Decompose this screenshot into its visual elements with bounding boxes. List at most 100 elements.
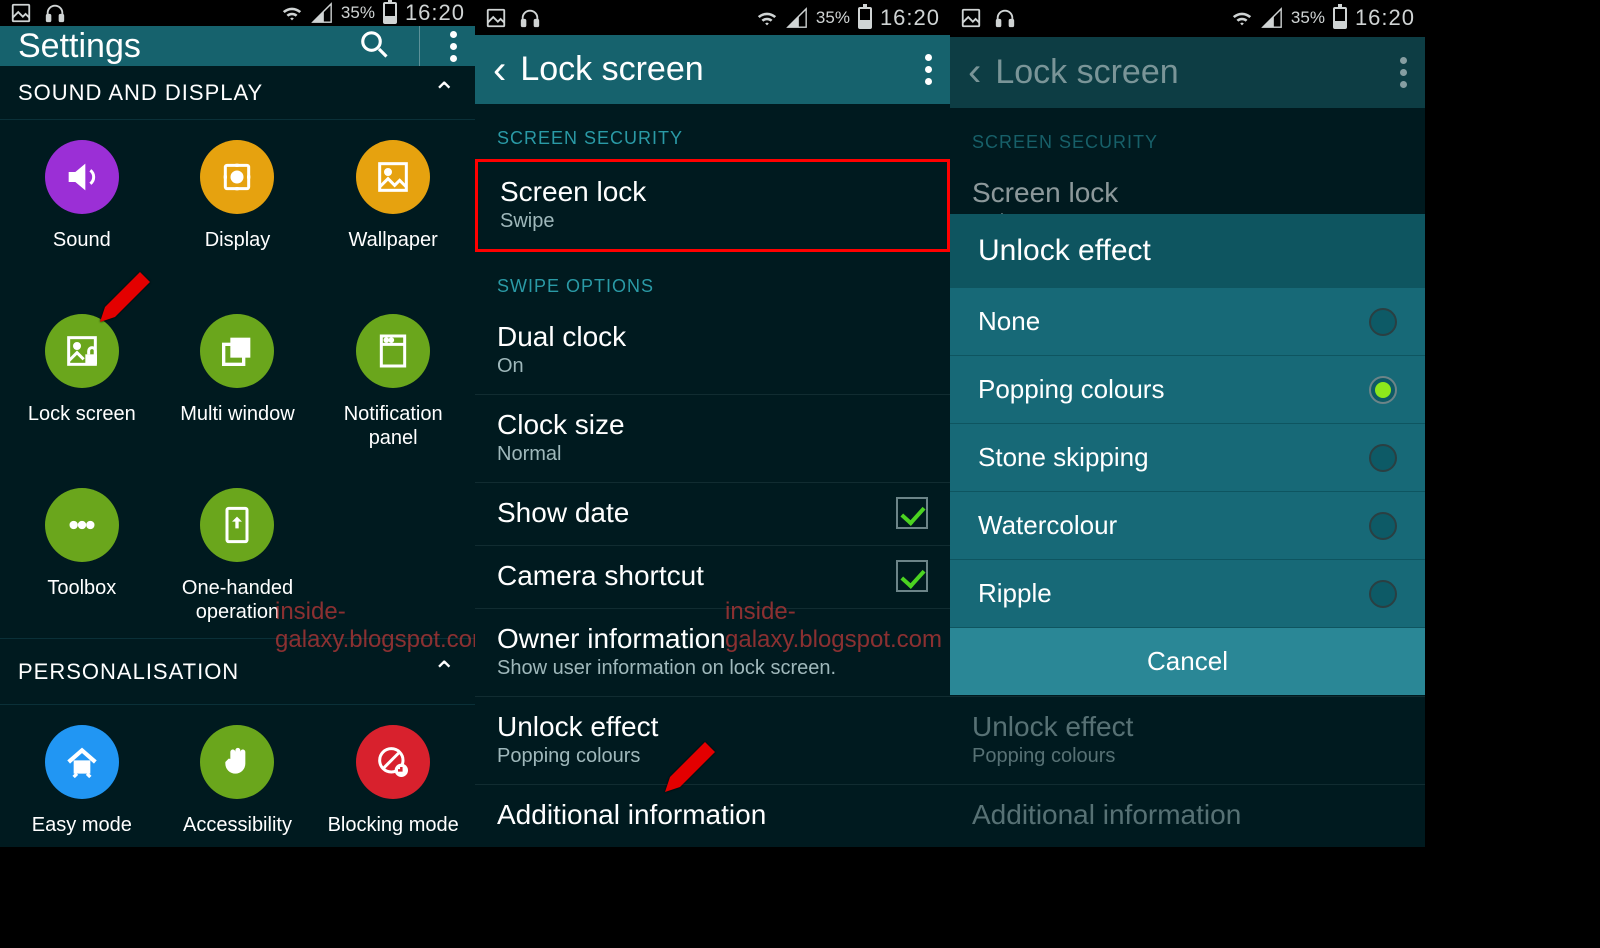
back-icon[interactable]: ‹ — [493, 50, 506, 90]
picture-icon — [356, 140, 430, 214]
grid-item-wallpaper[interactable]: Wallpaper — [315, 130, 471, 280]
option-label: None — [978, 306, 1040, 337]
image-icon — [485, 7, 507, 29]
cancel-button[interactable]: Cancel — [950, 628, 1425, 695]
annotation-arrow — [100, 272, 150, 327]
grid-item-label: Lock screen — [28, 402, 136, 426]
headphones-icon — [519, 7, 541, 29]
action-bar: Settings — [0, 26, 475, 66]
battery-icon — [1333, 7, 1347, 29]
grid-item-blocking-mode[interactable]: Blocking mode — [315, 715, 471, 847]
item-title: Clock size — [497, 409, 928, 441]
section-sound-display[interactable]: SOUND AND DISPLAY ⌃ — [0, 66, 475, 120]
radio[interactable] — [1369, 580, 1397, 608]
grid-item-one-handed-operation[interactable]: One-handed operation — [160, 478, 316, 628]
home-icon — [45, 725, 119, 799]
item-subtitle: Popping colours — [972, 745, 1403, 768]
phone-pane-lockscreen: 35% 16:20 ‹ Lock screen SCREEN SECURITY … — [475, 0, 950, 847]
onehand-icon — [200, 488, 274, 562]
grid-item-label: Wallpaper — [349, 228, 438, 252]
battery-percentage: 35% — [1291, 8, 1325, 28]
dialog-option-watercolour[interactable]: Watercolour — [950, 492, 1425, 560]
chevron-up-icon: ⌃ — [433, 76, 457, 109]
item-title: Owner information — [497, 623, 928, 655]
grid-item-easy-mode[interactable]: Easy mode — [4, 715, 160, 847]
overflow-menu-icon[interactable] — [925, 54, 932, 85]
back-icon: ‹ — [968, 52, 981, 92]
grid-item-notification-panel[interactable]: Notification panel — [315, 304, 471, 454]
dialog-unlock-effect: Unlock effect None Popping colours Stone… — [950, 214, 1425, 695]
checkbox[interactable] — [896, 497, 928, 529]
search-icon[interactable] — [359, 29, 389, 64]
item-show-date[interactable]: Show date — [475, 483, 950, 546]
option-label: Watercolour — [978, 510, 1117, 541]
dialog-option-stone-skipping[interactable]: Stone skipping — [950, 424, 1425, 492]
grid-item-accessibility[interactable]: Accessibility — [160, 715, 316, 847]
grid-item-sound[interactable]: Sound — [4, 130, 160, 280]
radio[interactable] — [1369, 308, 1397, 336]
panel-icon — [356, 314, 430, 388]
hand-icon — [200, 725, 274, 799]
phone-pane-settings: 35% 16:20 Settings SOUND AND DISPLAY ⌃ S… — [0, 0, 475, 847]
signal-icon — [1261, 7, 1283, 29]
page-title: Lock screen — [520, 50, 703, 89]
item-title: Screen lock — [500, 176, 925, 208]
item-title: Show date — [497, 497, 896, 529]
dialog-option-popping-colours[interactable]: Popping colours — [950, 356, 1425, 424]
grid-item-label: Display — [205, 228, 271, 252]
item-screen-lock[interactable]: Screen lock Swipe — [475, 159, 950, 252]
radio[interactable] — [1369, 444, 1397, 472]
status-clock: 16:20 — [880, 5, 940, 31]
item-owner-info[interactable]: Owner information Show user information … — [475, 609, 950, 697]
item-subtitle: Normal — [497, 443, 928, 466]
status-clock: 16:20 — [405, 0, 465, 26]
section-label: SOUND AND DISPLAY — [18, 80, 263, 106]
overflow-menu-icon[interactable] — [450, 31, 457, 62]
brightness-icon — [200, 140, 274, 214]
item-camera-shortcut[interactable]: Camera shortcut — [475, 546, 950, 609]
section-screen-security: SCREEN SECURITY — [475, 104, 950, 159]
speaker-icon — [45, 140, 119, 214]
page-title: Settings — [18, 27, 359, 66]
divider — [419, 26, 420, 66]
battery-icon — [383, 2, 397, 24]
item-title: Camera shortcut — [497, 560, 896, 592]
grid-item-label: Blocking mode — [328, 813, 459, 837]
section-screen-security: SCREEN SECURITY — [950, 108, 1425, 163]
section-label: PERSONALISATION — [18, 659, 239, 685]
phone-pane-dialog: 35% 16:20 ‹ Lock screen SCREEN SECURITY … — [950, 0, 1425, 847]
item-title: Unlock effect — [497, 711, 928, 743]
section-swipe-options: SWIPE OPTIONS — [475, 252, 950, 307]
section-personalisation[interactable]: PERSONALISATION ⌃ — [0, 638, 475, 705]
grid-item-label: Notification panel — [319, 402, 467, 450]
grid-item-label: Toolbox — [47, 576, 116, 600]
item-additional-info: Additional information — [950, 785, 1425, 847]
dialog-option-ripple[interactable]: Ripple — [950, 560, 1425, 628]
radio[interactable] — [1369, 512, 1397, 540]
status-clock: 16:20 — [1355, 5, 1415, 31]
image-icon — [960, 7, 982, 29]
dialog-option-none[interactable]: None — [950, 288, 1425, 356]
chevron-up-icon: ⌃ — [433, 655, 457, 688]
battery-icon — [858, 7, 872, 29]
wifi-icon — [756, 7, 778, 29]
status-bar: 35% 16:20 — [475, 0, 950, 35]
item-subtitle: Swipe — [500, 210, 925, 233]
grid-item-toolbox[interactable]: Toolbox — [4, 478, 160, 628]
grid-item-label: Easy mode — [32, 813, 132, 837]
radio[interactable] — [1369, 376, 1397, 404]
item-clock-size[interactable]: Clock size Normal — [475, 395, 950, 483]
headphones-icon — [44, 2, 66, 24]
settings-grid-1: Sound Display Wallpaper Lock screen Mult… — [0, 120, 475, 638]
settings-grid-2: Easy mode Accessibility Blocking mode — [0, 705, 475, 847]
wifi-icon — [1231, 7, 1253, 29]
checkbox[interactable] — [896, 560, 928, 592]
block-icon — [356, 725, 430, 799]
option-label: Popping colours — [978, 374, 1164, 405]
wifi-icon — [281, 2, 303, 24]
item-dual-clock[interactable]: Dual clock On — [475, 307, 950, 395]
item-title: Screen lock — [972, 177, 1403, 209]
grid-item-multi-window[interactable]: Multi window — [160, 304, 316, 454]
grid-item-display[interactable]: Display — [160, 130, 316, 280]
item-title: Unlock effect — [972, 711, 1403, 743]
